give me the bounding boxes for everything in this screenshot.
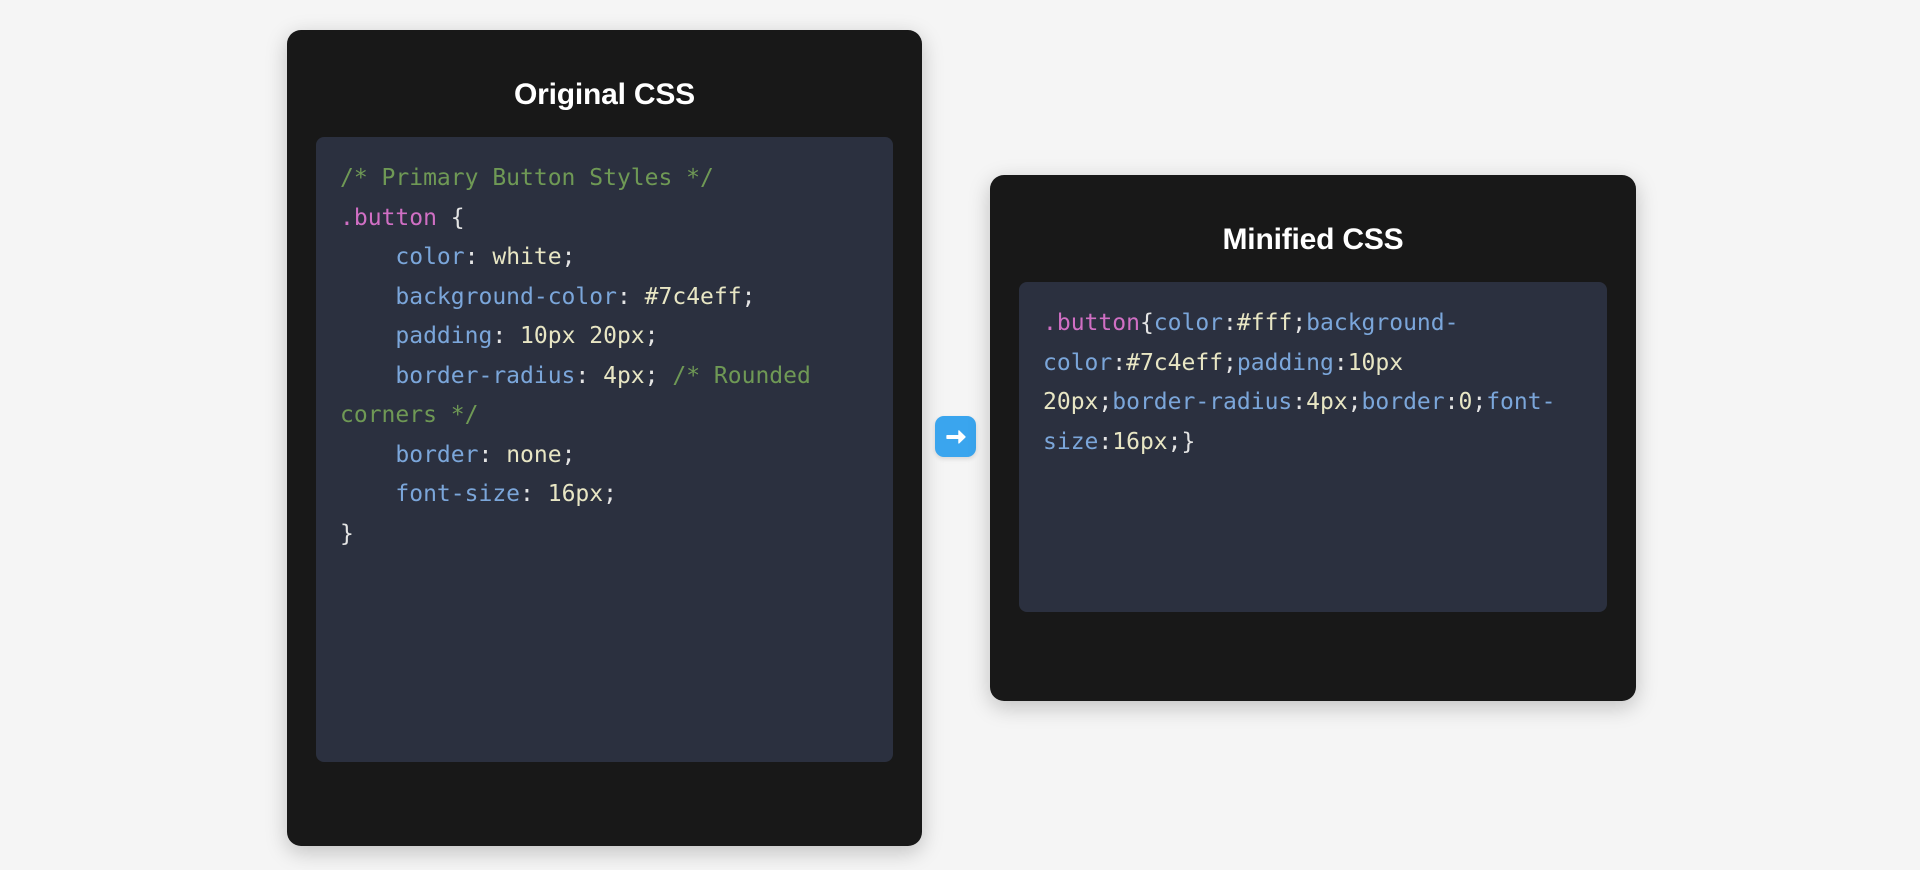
- code-token-value: 0: [1458, 389, 1473, 416]
- minified-css-card: Minified CSS .button{color:#fff;backgrou…: [990, 175, 1636, 701]
- code-token-punct: ;: [1347, 389, 1362, 416]
- code-token-value: white: [492, 244, 562, 271]
- code-token-selector: .button: [340, 204, 437, 231]
- code-token-prop: border: [395, 441, 479, 468]
- code-token-punct: ;: [1223, 349, 1237, 376]
- code-token-punct: ;: [644, 323, 659, 350]
- code-token-value: 16px: [1112, 428, 1168, 455]
- code-token-punct: ;: [1292, 310, 1307, 336]
- arrow-right-icon: [943, 424, 969, 450]
- code-token-prop: color: [395, 244, 465, 271]
- code-token-punct: :: [1444, 389, 1459, 416]
- code-token-punct: }: [340, 520, 354, 547]
- code-token-punct: ;: [561, 244, 576, 271]
- code-token-punct: :: [520, 481, 548, 508]
- code-token-punct: ;: [741, 283, 756, 310]
- code-token-punct: {: [1139, 310, 1154, 336]
- code-token-punct: :: [1223, 310, 1237, 336]
- code-token-punct: [340, 481, 395, 507]
- code-token-value: #fff: [1236, 310, 1293, 336]
- code-token-prop: border-radius: [395, 362, 576, 389]
- code-token-punct: ;: [1472, 389, 1487, 416]
- code-token-value: #7c4eff: [644, 283, 742, 310]
- code-token-punct: ;: [1167, 428, 1182, 455]
- code-token-punct: :: [478, 441, 507, 468]
- code-token-value: 16px: [547, 481, 604, 508]
- code-token-value: 10px 20px: [520, 323, 645, 350]
- code-token-prop: border-radius: [1112, 389, 1293, 416]
- code-token-punct: :: [575, 362, 604, 389]
- code-token-punct: :: [616, 283, 645, 310]
- code-token-punct: [340, 244, 395, 270]
- original-css-card: Original CSS /* Primary Button Styles */…: [287, 30, 922, 846]
- code-token-punct: [340, 363, 395, 389]
- code-token-prop: border: [1361, 389, 1445, 416]
- minified-css-code-block[interactable]: .button{color:#fff;background-color:#7c4…: [1019, 282, 1607, 612]
- code-token-punct: }: [1181, 428, 1196, 455]
- minified-css-title: Minified CSS: [1222, 223, 1404, 256]
- original-css-title: Original CSS: [514, 78, 695, 111]
- code-token-punct: :: [1292, 389, 1307, 416]
- code-token-punct: :: [1333, 349, 1348, 376]
- code-token-prop: font-size: [395, 481, 521, 508]
- code-token-punct: :: [1098, 428, 1113, 455]
- comparison-stage: Original CSS /* Primary Button Styles */…: [0, 0, 1920, 870]
- code-token-prop: color: [1153, 310, 1224, 336]
- code-token-punct: :: [1112, 349, 1127, 376]
- code-token-selector: .button: [1043, 310, 1140, 336]
- code-token-punct: ;: [644, 362, 673, 389]
- code-token-punct: :: [492, 323, 521, 350]
- code-token-comment: /* Primary Button Styles */: [340, 165, 714, 191]
- transform-arrow-badge: [935, 416, 976, 457]
- code-token-value: none: [506, 441, 562, 468]
- code-token-value: 4px: [603, 362, 645, 389]
- code-token-prop: padding: [395, 323, 493, 350]
- code-token-punct: :: [464, 244, 493, 271]
- code-token-prop: background-color: [395, 283, 617, 310]
- code-token-punct: [340, 323, 395, 349]
- code-token-value: #7c4eff: [1126, 349, 1224, 376]
- original-css-code-block[interactable]: /* Primary Button Styles */ .button { co…: [316, 137, 893, 762]
- code-token-punct: [340, 284, 395, 310]
- code-token-punct: ;: [603, 481, 617, 508]
- code-token-value: 4px: [1306, 389, 1348, 416]
- code-token-punct: ;: [1098, 389, 1113, 416]
- code-token-punct: {: [436, 204, 465, 231]
- code-token-punct: ;: [561, 441, 576, 468]
- code-token-punct: [340, 442, 395, 468]
- code-token-prop: padding: [1236, 349, 1334, 376]
